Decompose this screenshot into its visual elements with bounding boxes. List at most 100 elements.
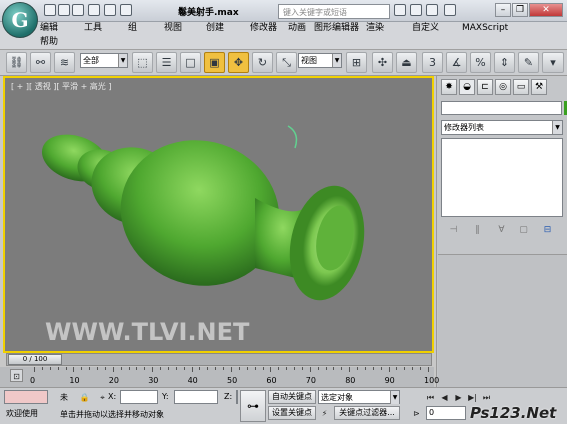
spinner-snap-icon[interactable]: ⇕ bbox=[494, 52, 515, 73]
object-name-field[interactable] bbox=[441, 101, 562, 115]
menu-create[interactable]: 创建 bbox=[206, 23, 224, 34]
vase-model[interactable] bbox=[5, 78, 432, 351]
bind-space-warp-icon[interactable]: ≋ bbox=[54, 52, 75, 73]
track-tick bbox=[73, 367, 75, 372]
track-minor-tick bbox=[120, 367, 122, 370]
y-label: Y: bbox=[162, 392, 169, 401]
track-tick-label: 70 bbox=[305, 376, 316, 385]
edit-named-selection-icon[interactable]: ✎ bbox=[518, 52, 539, 73]
select-and-move-icon[interactable]: ✥ bbox=[228, 52, 249, 73]
key-mode-icon[interactable]: ⚡ bbox=[318, 407, 331, 420]
unlink-icon[interactable]: ⚯ bbox=[30, 52, 51, 73]
project-folder-icon[interactable] bbox=[120, 4, 132, 16]
new-file-icon[interactable] bbox=[44, 4, 56, 16]
undo-icon[interactable] bbox=[88, 4, 100, 16]
menu-animation[interactable]: 动画 bbox=[288, 23, 306, 34]
track-minor-tick bbox=[97, 367, 99, 370]
configure-modifier-sets-icon[interactable]: ⊟ bbox=[541, 224, 554, 237]
modifier-list-dropdown[interactable]: 修改器列表 ▼ bbox=[441, 120, 563, 135]
reference-coordinate-dropdown[interactable]: 视图 ▼ bbox=[298, 53, 342, 68]
key-filters-button[interactable]: 关键点过滤器... bbox=[334, 406, 400, 420]
menu-help[interactable]: 帮助 bbox=[40, 37, 58, 48]
motion-icon[interactable]: ◎ bbox=[495, 79, 511, 95]
redo-icon[interactable] bbox=[104, 4, 116, 16]
play-icon[interactable]: ▶ bbox=[452, 391, 465, 404]
window-crossing-icon[interactable]: ▣ bbox=[204, 52, 225, 73]
select-and-rotate-icon[interactable]: ↻ bbox=[252, 52, 273, 73]
pivot-center-icon[interactable]: ⊞ bbox=[346, 52, 367, 73]
parameters-rollout bbox=[438, 254, 567, 392]
create-icon[interactable]: ✸ bbox=[441, 79, 457, 95]
goto-start-icon[interactable]: ⏮ bbox=[424, 391, 437, 404]
perspective-viewport[interactable]: [ + ][ 透视 ][ 平滑 + 高光 ] WWW.TLVI.NET bbox=[3, 76, 434, 353]
x-coordinate-field[interactable] bbox=[120, 390, 158, 404]
selection-filter-dropdown[interactable]: 全部 ▼ bbox=[80, 53, 128, 68]
maxscript-listener-field[interactable] bbox=[4, 390, 48, 404]
menu-customize[interactable]: 自定义 bbox=[412, 23, 439, 34]
track-tick bbox=[231, 367, 232, 372]
track-bar[interactable]: 0 10 20 30 40 50 60 70 80 90 100 bbox=[0, 367, 439, 387]
show-end-result-icon[interactable]: ‖ bbox=[471, 224, 484, 237]
keyboard-shortcut-override-icon[interactable]: ⏏ bbox=[396, 52, 417, 73]
goto-end-icon[interactable]: ⏭ bbox=[480, 391, 493, 404]
display-icon[interactable]: ▭ bbox=[513, 79, 529, 95]
restore-button[interactable]: ❐ bbox=[512, 3, 528, 17]
time-slider-thumb[interactable]: 0 / 100 bbox=[8, 354, 62, 365]
track-minor-tick bbox=[183, 367, 185, 370]
auto-key-button[interactable]: 自动关键点 bbox=[268, 390, 316, 404]
search-input[interactable]: 键入关键字或短语 bbox=[278, 4, 390, 19]
next-frame-icon[interactable]: ▶| bbox=[466, 391, 479, 404]
track-minor-tick bbox=[136, 367, 138, 370]
save-file-icon[interactable] bbox=[72, 4, 84, 16]
select-and-scale-icon[interactable]: ⤡ bbox=[276, 52, 297, 73]
menu-rendering[interactable]: 渲染 bbox=[366, 23, 384, 34]
angle-snap-icon[interactable]: ∡ bbox=[446, 52, 467, 73]
menu-tools[interactable]: 工具 bbox=[84, 23, 102, 34]
set-key-button[interactable]: 设置关键点 bbox=[268, 406, 316, 420]
rectangular-selection-icon[interactable]: □ bbox=[180, 52, 201, 73]
previous-frame-icon[interactable]: ◀ bbox=[438, 391, 451, 404]
select-by-name-icon[interactable]: ☰ bbox=[156, 52, 177, 73]
set-key-icon[interactable]: ⊶ bbox=[240, 390, 266, 422]
snaps-toggle-icon[interactable]: 3 bbox=[422, 52, 443, 73]
y-coordinate-field[interactable] bbox=[174, 390, 218, 404]
modify-icon[interactable]: ◒ bbox=[459, 79, 475, 95]
z-coordinate-field[interactable] bbox=[236, 390, 238, 404]
menu-edit[interactable]: 编辑 bbox=[40, 23, 58, 34]
current-frame-field[interactable]: 0 bbox=[426, 406, 466, 420]
select-manipulate-icon[interactable]: ✣ bbox=[372, 52, 393, 73]
make-unique-icon[interactable]: ∀ bbox=[495, 224, 508, 237]
pin-stack-icon[interactable]: ⊣ bbox=[447, 224, 460, 237]
key-target-dropdown[interactable]: 选定对象 ▼ bbox=[318, 390, 400, 404]
track-minor-tick bbox=[41, 367, 43, 370]
help-icon[interactable] bbox=[444, 4, 456, 16]
lock-selection-icon[interactable]: 🔒 bbox=[78, 391, 91, 404]
menu-modifiers[interactable]: 修改器 bbox=[250, 23, 277, 34]
key-mode-toggle-icon[interactable]: ⊳ bbox=[410, 407, 423, 420]
close-button[interactable]: ✕ bbox=[529, 3, 563, 17]
track-minor-tick bbox=[396, 367, 398, 370]
infocenter-icon[interactable] bbox=[410, 4, 422, 16]
menu-group[interactable]: 组 bbox=[128, 23, 137, 34]
remove-modifier-icon[interactable]: ▢ bbox=[517, 224, 530, 237]
hierarchy-icon[interactable]: ⊏ bbox=[477, 79, 493, 95]
percent-snap-icon[interactable]: % bbox=[470, 52, 491, 73]
select-and-link-icon[interactable]: ⛓ bbox=[6, 52, 27, 73]
select-object-icon[interactable]: ⬚ bbox=[132, 52, 153, 73]
utilities-icon[interactable]: ⚒ bbox=[531, 79, 547, 95]
open-file-icon[interactable] bbox=[58, 4, 70, 16]
favorites-star-icon[interactable] bbox=[426, 4, 438, 16]
menu-views[interactable]: 视图 bbox=[164, 23, 182, 34]
window-title: 鬈美射手.max bbox=[178, 8, 239, 18]
menu-graph-editors[interactable]: 图形编辑器 bbox=[314, 23, 359, 34]
mini-curve-editor-icon[interactable]: ⊡ bbox=[10, 369, 23, 382]
app-logo-icon[interactable]: G bbox=[2, 2, 38, 38]
time-slider[interactable]: 0 / 100 bbox=[6, 353, 432, 366]
track-tick-label: 30 bbox=[148, 376, 159, 385]
minimize-button[interactable]: – bbox=[495, 3, 511, 17]
named-selection-sets-icon[interactable]: ▾ bbox=[542, 52, 564, 73]
binoculars-icon[interactable] bbox=[394, 4, 406, 16]
menu-maxscript[interactable]: MAXScript bbox=[462, 23, 508, 34]
track-minor-tick bbox=[175, 367, 177, 370]
modifier-stack[interactable] bbox=[441, 138, 563, 217]
